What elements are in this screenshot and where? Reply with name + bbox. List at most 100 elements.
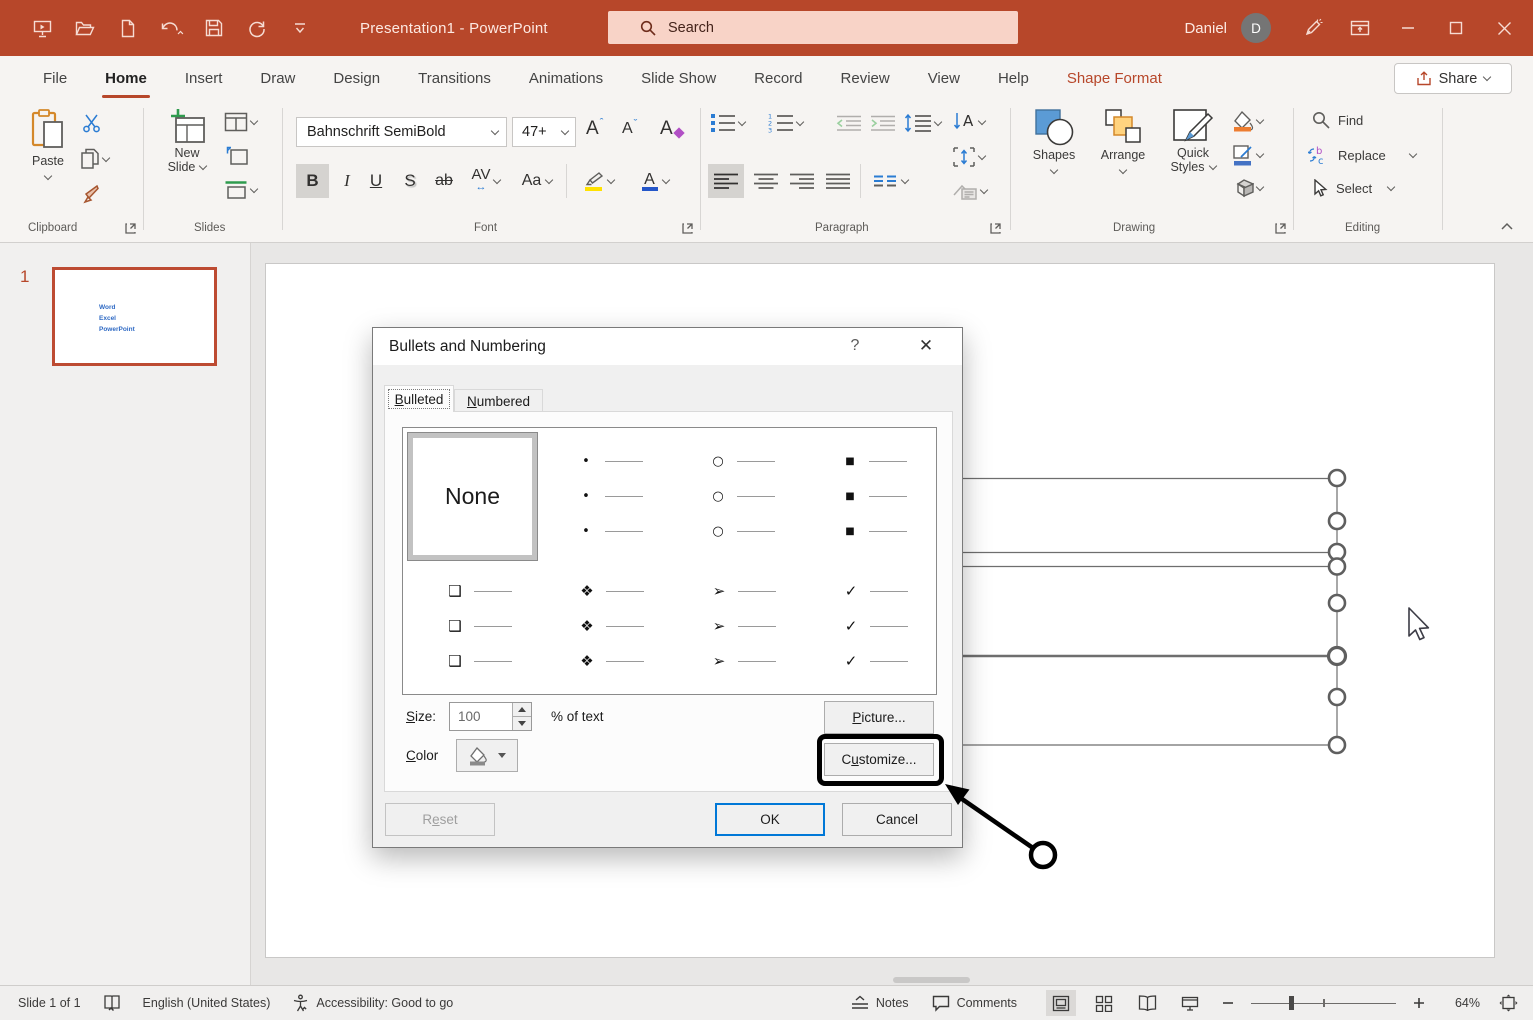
strikethrough-button[interactable]: ab (428, 164, 460, 198)
arrange-button[interactable]: Arrange (1094, 108, 1152, 173)
save-icon[interactable] (198, 12, 230, 44)
grow-font-button[interactable]: Aˆ (586, 118, 603, 140)
new-slide-button[interactable]: New Slide (158, 108, 216, 174)
normal-view-button[interactable] (1046, 990, 1076, 1016)
reading-view-button[interactable] (1132, 990, 1162, 1016)
reset-button[interactable]: Reset (385, 803, 495, 836)
zoom-out-button[interactable] (1218, 990, 1238, 1016)
spellcheck-button[interactable] (103, 994, 121, 1012)
dialog-help-button[interactable]: ? (845, 337, 865, 355)
notes-button[interactable]: Notes (851, 995, 909, 1011)
drawing-dialog-launcher[interactable] (1275, 222, 1289, 236)
spin-up-button[interactable] (513, 703, 531, 717)
accessibility-status[interactable]: Accessibility: Good to go (292, 994, 453, 1012)
tab-view[interactable]: View (909, 56, 979, 100)
language-indicator[interactable]: English (United States) (143, 996, 271, 1010)
bullet-option-none[interactable]: None (407, 432, 538, 561)
bullet-option-filled-dot[interactable]: • • • (576, 454, 643, 559)
shape-outline-button[interactable] (1232, 144, 1263, 166)
tab-insert[interactable]: Insert (166, 56, 242, 100)
tab-draw[interactable]: Draw (241, 56, 314, 100)
align-left-button[interactable] (708, 164, 744, 198)
tab-record[interactable]: Record (735, 56, 821, 100)
tab-design[interactable]: Design (314, 56, 399, 100)
text-highlight-button[interactable] (575, 164, 623, 198)
slide-thumbnail[interactable]: Word Excel PowerPoint (52, 267, 217, 366)
italic-button[interactable]: I (334, 164, 360, 198)
find-button[interactable]: Find (1312, 111, 1363, 129)
avatar[interactable]: D (1241, 13, 1271, 43)
decrease-indent-button[interactable] (836, 115, 862, 131)
bullet-option-checkmark[interactable]: ✓ ✓ ✓ (841, 583, 908, 688)
spin-down-button[interactable] (513, 717, 531, 730)
align-text-button[interactable] (952, 146, 985, 168)
paragraph-dialog-launcher[interactable] (990, 222, 1004, 236)
align-right-button[interactable] (786, 164, 818, 198)
numbering-button[interactable]: 123 (768, 113, 803, 133)
tab-shape-format[interactable]: Shape Format (1048, 56, 1181, 100)
tab-help[interactable]: Help (979, 56, 1048, 100)
undo-icon[interactable] (155, 12, 187, 44)
text-direction-button[interactable]: A (952, 111, 985, 133)
size-spinner[interactable]: 100 (449, 702, 532, 731)
pen-sparkle-icon[interactable] (1291, 8, 1333, 48)
character-spacing-button[interactable]: AV↔ (463, 164, 509, 198)
slide-indicator[interactable]: Slide 1 of 1 (18, 996, 81, 1010)
horizontal-scrollbar[interactable] (893, 977, 970, 983)
dialog-close-button[interactable]: ✕ (913, 336, 939, 356)
share-button[interactable]: Share (1394, 63, 1512, 94)
replace-button[interactable]: bc Replace (1308, 145, 1416, 165)
clear-formatting-button[interactable]: A (660, 118, 683, 140)
text-shadow-button[interactable]: S (396, 164, 424, 198)
change-case-button[interactable]: Aa (516, 164, 558, 198)
format-painter-button[interactable] (82, 184, 102, 204)
zoom-level[interactable]: 64% (1442, 996, 1480, 1010)
section-button[interactable] (224, 180, 257, 200)
columns-button[interactable] (868, 164, 914, 198)
tab-file[interactable]: File (24, 56, 86, 100)
search-input[interactable]: Search (608, 11, 1018, 44)
shape-fill-button[interactable] (1232, 110, 1263, 132)
increase-indent-button[interactable] (870, 115, 896, 131)
comments-button[interactable]: Comments (932, 995, 1017, 1012)
collapse-ribbon-button[interactable] (1500, 220, 1514, 234)
picture-button[interactable]: Picture... (824, 701, 934, 734)
ribbon-display-options-icon[interactable] (1339, 8, 1381, 48)
bullet-option-filled-square[interactable]: ■ ■ ■ (840, 454, 907, 559)
bullets-button[interactable] (710, 113, 745, 133)
shrink-font-button[interactable]: Aˇ (622, 120, 637, 138)
reset-slide-button[interactable] (226, 146, 248, 166)
bold-button[interactable]: B (296, 164, 329, 198)
redo-icon[interactable] (241, 12, 273, 44)
tab-animations[interactable]: Animations (510, 56, 622, 100)
convert-smartart-button[interactable] (952, 181, 987, 201)
ok-button[interactable]: OK (715, 803, 825, 836)
cut-button[interactable] (82, 114, 102, 133)
font-dialog-launcher[interactable] (682, 222, 696, 236)
zoom-slider[interactable] (1251, 996, 1396, 1010)
start-slideshow-icon[interactable] (26, 12, 58, 44)
shapes-button[interactable]: Shapes (1026, 108, 1082, 173)
cancel-button[interactable]: Cancel (842, 803, 952, 836)
user-name[interactable]: Daniel (1184, 20, 1227, 37)
font-size-combobox[interactable]: 47+ (512, 117, 576, 147)
justify-button[interactable] (822, 164, 854, 198)
customize-qat-icon[interactable] (284, 12, 316, 44)
quick-styles-button[interactable]: Quick Styles (1162, 108, 1224, 174)
dialog-title-bar[interactable]: Bullets and Numbering (373, 328, 962, 365)
tab-numbered[interactable]: Numbered (454, 389, 543, 412)
tab-home[interactable]: Home (86, 56, 166, 100)
open-file-icon[interactable] (69, 12, 101, 44)
copy-button[interactable] (80, 148, 109, 170)
select-button[interactable]: Select (1312, 179, 1394, 198)
clipboard-dialog-launcher[interactable] (125, 222, 139, 236)
slideshow-view-button[interactable] (1175, 990, 1205, 1016)
bullet-option-arrow[interactable]: ➢ ➢ ➢ (709, 583, 776, 688)
tab-transitions[interactable]: Transitions (399, 56, 510, 100)
font-name-combobox[interactable]: Bahnschrift SemiBold (296, 117, 507, 147)
color-picker-button[interactable] (456, 739, 518, 772)
tab-review[interactable]: Review (822, 56, 909, 100)
new-file-icon[interactable] (112, 12, 144, 44)
font-color-button[interactable]: A (630, 164, 680, 198)
tab-bulleted[interactable]: Bulleted (384, 385, 454, 412)
